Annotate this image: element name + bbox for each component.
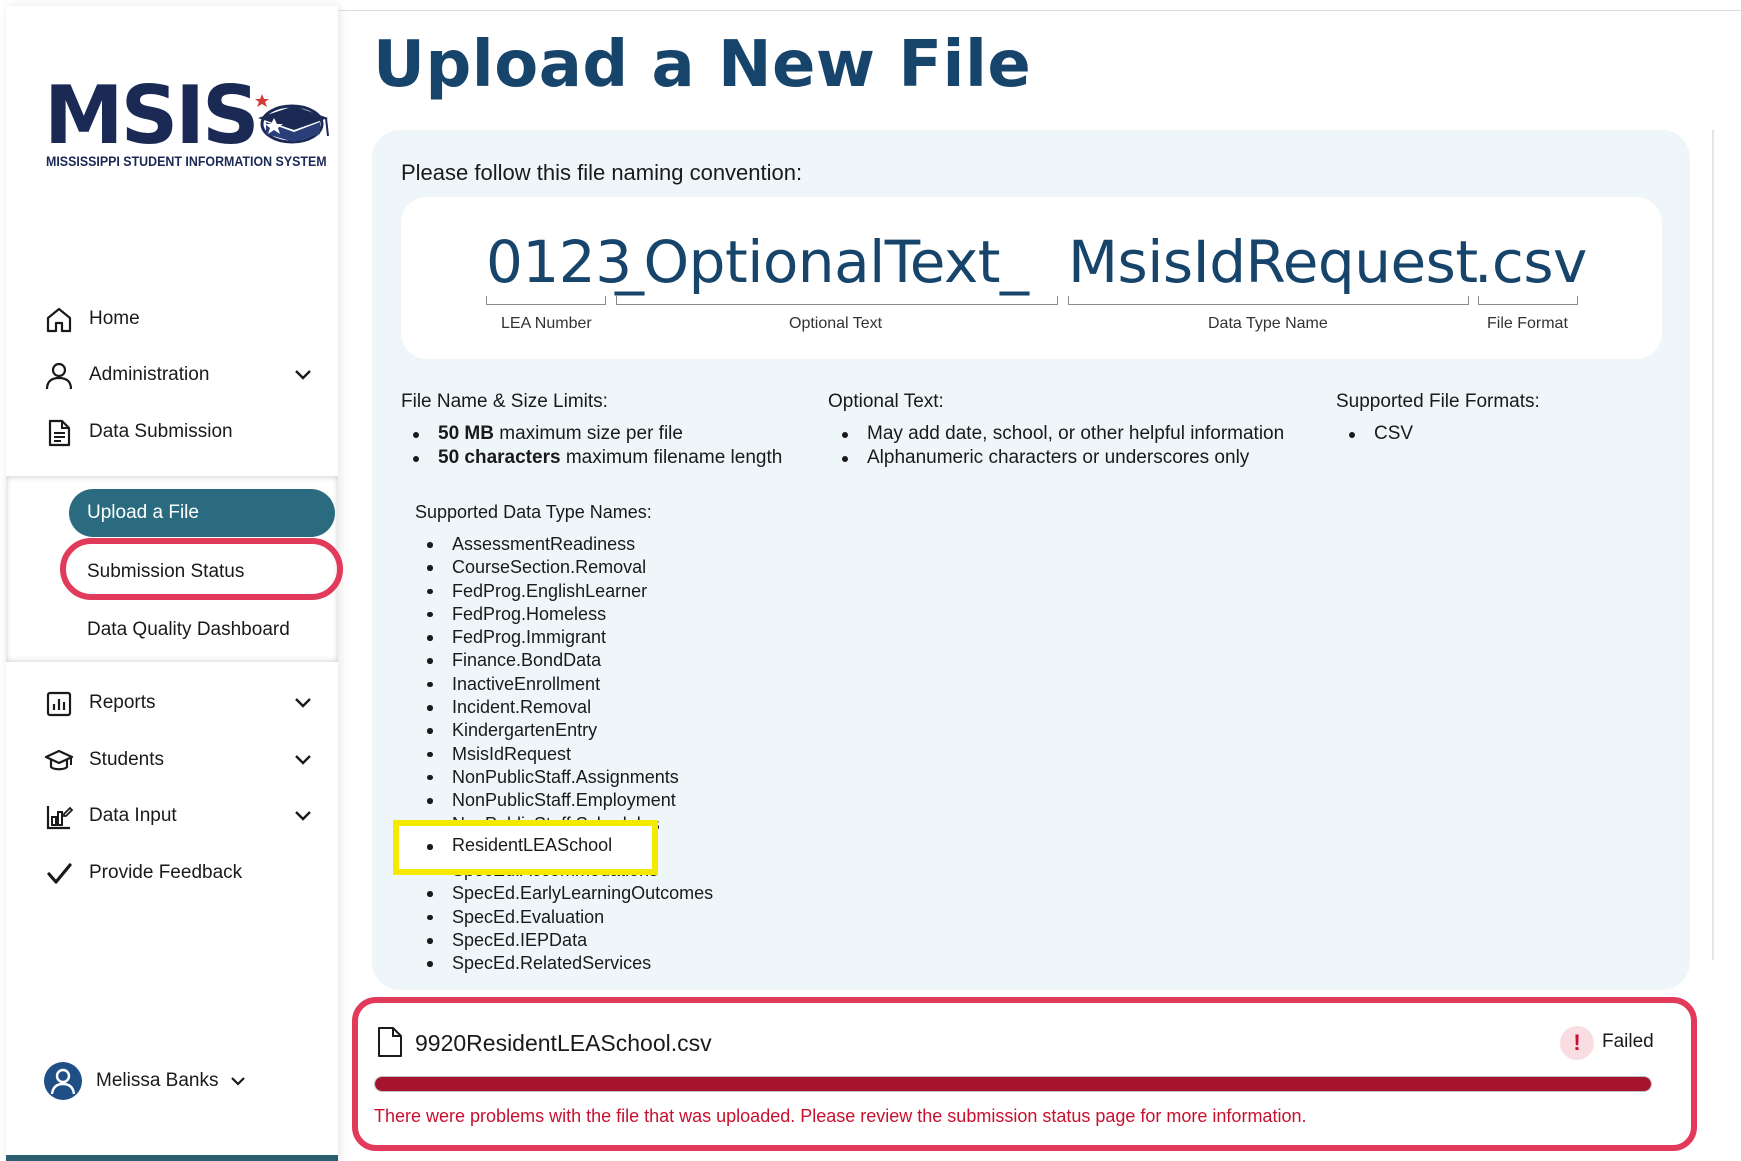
- list-item: MsisIdRequest: [415, 743, 713, 766]
- caption-optional-text: Optional Text: [789, 315, 883, 332]
- list-item: SpecEd.RelatedServices: [415, 952, 713, 975]
- caption-lea-number: LEA Number: [501, 315, 592, 332]
- page-title: Upload a New File: [373, 28, 1032, 102]
- sidebar-item-label: Data Input: [89, 805, 177, 826]
- sidebar-item-label: Reports: [89, 692, 156, 713]
- bracket-data-type: [1068, 296, 1469, 305]
- caption-format: File Format: [1487, 315, 1568, 332]
- chevron-down-icon[interactable]: [292, 364, 314, 386]
- list-item: SpecEd.EarlyLearningOutcomes: [415, 882, 713, 905]
- user-menu[interactable]: Melissa Banks: [44, 1061, 334, 1101]
- chevron-down-icon[interactable]: [292, 805, 314, 827]
- limits-list: 50 MB maximum size per file 50 character…: [401, 422, 782, 470]
- list-item: SpecEd.Evaluation: [415, 906, 713, 929]
- sidebar-item-home[interactable]: Home: [6, 291, 338, 347]
- upload-status-card: [352, 997, 1697, 1151]
- bracket-format: [1478, 296, 1578, 305]
- filename-part-data-type: MsisIdRequest: [1068, 228, 1478, 296]
- submenu-item-data-quality-dashboard[interactable]: Data Quality Dashboard: [87, 619, 290, 641]
- upload-status-text: Failed: [1602, 1031, 1654, 1052]
- sidebar-item-data-input[interactable]: Data Input: [6, 788, 338, 844]
- document-icon: [48, 419, 71, 447]
- upload-progress-bar: [374, 1076, 1652, 1092]
- convention-label: Please follow this file naming conventio…: [401, 160, 803, 185]
- person-icon: [50, 1068, 76, 1095]
- filename-part-optional-text: _OptionalText_: [615, 228, 1029, 296]
- list-item: CSV: [1337, 422, 1413, 446]
- sidebar-item-label: Students: [89, 749, 164, 770]
- sidebar-item-students[interactable]: Students: [6, 732, 338, 788]
- checkmark-icon: [47, 863, 72, 884]
- sidebar-item-label: Provide Feedback: [89, 862, 243, 883]
- msis-logo[interactable]: MSIS MISSISSIPPI STUDENT INFORMATION SYS…: [44, 69, 329, 176]
- limits-heading: File Name & Size Limits:: [401, 391, 608, 412]
- list-item: Finance.BondData: [415, 649, 713, 672]
- scroll-edge: [1712, 130, 1714, 960]
- bracket-optional-text: [616, 296, 1058, 305]
- optional-text-list: May add date, school, or other helpful i…: [830, 422, 1284, 470]
- filename-part-format: .csv: [1474, 228, 1587, 296]
- error-icon: !: [1560, 1026, 1594, 1060]
- list-item: Alphanumeric characters or underscores o…: [830, 446, 1284, 470]
- sidebar-item-data-submission[interactable]: Data Submission: [6, 404, 338, 460]
- top-divider: [338, 10, 1741, 11]
- list-item: Incident.Removal: [415, 696, 713, 719]
- upload-progress-fill: [375, 1077, 1651, 1091]
- caption-data-type: Data Type Name: [1208, 315, 1328, 332]
- list-item: AssessmentReadiness: [415, 533, 713, 556]
- list-item: NonPublicStaff.Assignments: [415, 766, 713, 789]
- sidebar-item-label: Administration: [89, 364, 210, 385]
- graduation-cap-logo-icon: [255, 94, 329, 144]
- list-item: CourseSection.Removal: [415, 556, 713, 579]
- graduation-cap-icon: [44, 749, 74, 771]
- formats-list: CSV: [1337, 422, 1413, 446]
- list-item: 50 characters maximum filename length: [401, 446, 782, 470]
- file-icon: [378, 1027, 402, 1057]
- logo-subtitle: MISSISSIPPI STUDENT INFORMATION SYSTEM: [46, 154, 327, 169]
- sidebar-footer-bar: [6, 1155, 338, 1161]
- list-item: FedProg.EnglishLearner: [415, 580, 713, 603]
- annotation-highlight-submission-status: [60, 538, 343, 600]
- optional-text-heading: Optional Text:: [828, 391, 944, 412]
- uploaded-file-name: 9920ResidentLEASchool.csv: [415, 1030, 712, 1056]
- sidebar-item-label: Data Submission: [89, 421, 233, 442]
- list-item: SpecEd.IEPData: [415, 929, 713, 952]
- filename-part-lea-number: 0123: [486, 228, 632, 296]
- avatar: [44, 1062, 82, 1100]
- list-item: FedProg.Immigrant: [415, 626, 713, 649]
- list-item: May add date, school, or other helpful i…: [830, 422, 1284, 446]
- list-item: InactiveEnrollment: [415, 673, 713, 696]
- sidebar: MSIS MISSISSIPPI STUDENT INFORMATION SYS…: [6, 6, 343, 1161]
- home-icon: [46, 307, 72, 333]
- data-input-icon: [46, 806, 74, 830]
- chevron-down-icon[interactable]: [292, 692, 314, 714]
- bar-chart-icon: [46, 691, 72, 717]
- logo-text: MSIS: [44, 69, 260, 162]
- formats-heading: Supported File Formats:: [1336, 391, 1540, 412]
- sidebar-item-label: Home: [89, 308, 140, 329]
- data-types-list: AssessmentReadiness CourseSection.Remova…: [415, 533, 713, 976]
- sidebar-item-reports[interactable]: Reports: [6, 675, 338, 731]
- sidebar-item-provide-feedback[interactable]: Provide Feedback: [6, 845, 338, 901]
- list-item: NonPublicStaff.Employment: [415, 789, 713, 812]
- submenu-item-upload-a-file[interactable]: Upload a File: [69, 489, 335, 537]
- chevron-down-icon[interactable]: [229, 1072, 247, 1090]
- chevron-down-icon[interactable]: [292, 749, 314, 771]
- highlighted-data-type: ResidentLEASchool: [407, 835, 612, 856]
- bracket-lea-number: [486, 296, 606, 305]
- data-types-heading: Supported Data Type Names:: [415, 502, 652, 522]
- user-icon: [45, 362, 73, 390]
- sidebar-item-administration[interactable]: Administration: [6, 347, 338, 403]
- list-item: FedProg.Homeless: [415, 603, 713, 626]
- user-name: Melissa Banks: [96, 1070, 219, 1091]
- list-item: 50 MB maximum size per file: [401, 422, 782, 446]
- upload-error-message: There were problems with the file that w…: [374, 1106, 1307, 1126]
- list-item: KindergartenEntry: [415, 719, 713, 742]
